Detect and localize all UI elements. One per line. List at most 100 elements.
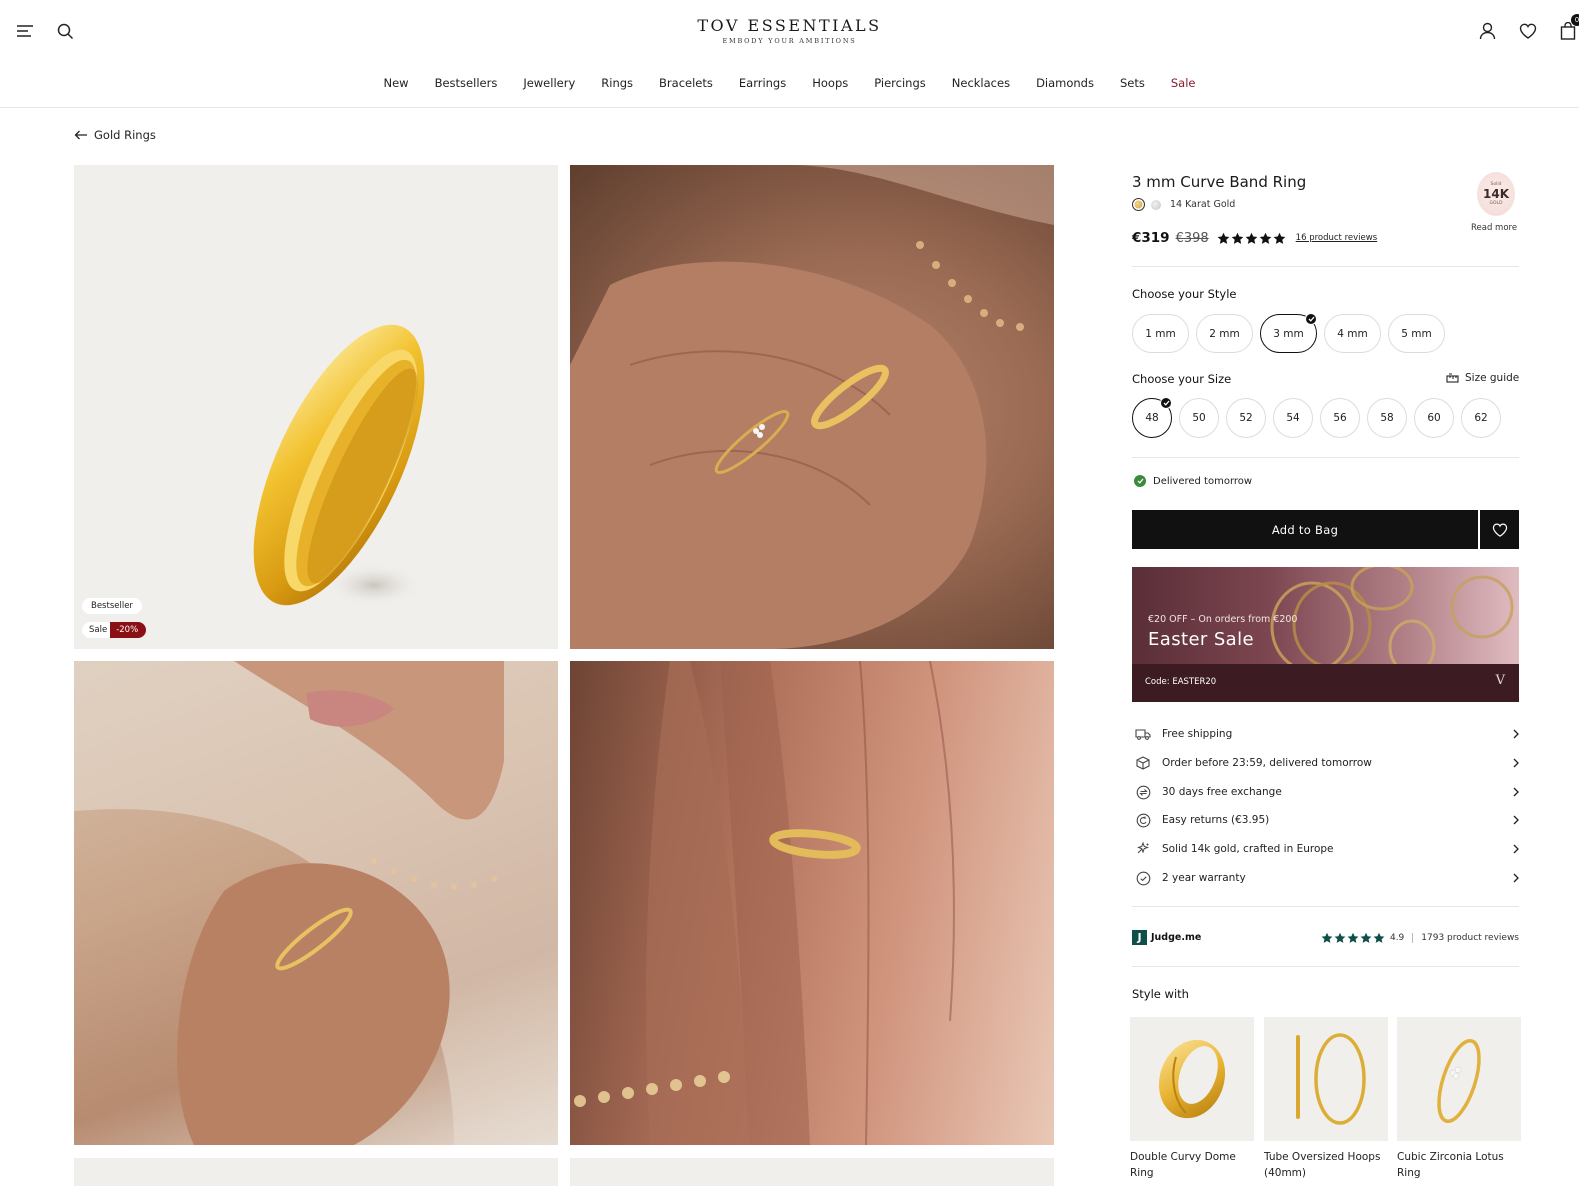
- style-option-label: 4 mm: [1337, 327, 1368, 340]
- product-reviews-link[interactable]: 16 product reviews: [1296, 233, 1377, 243]
- size-guide-link[interactable]: Size guide: [1446, 372, 1519, 384]
- size-option-label: 60: [1427, 412, 1441, 424]
- brand-logo[interactable]: TOV ESSENTIALS EMBODY YOUR AMBITIONS: [0, 16, 1579, 45]
- silver-swatch[interactable]: [1151, 199, 1161, 210]
- style-with-product-1[interactable]: Double Curvy Dome Ring: [1130, 1017, 1254, 1181]
- style-option-3mm[interactable]: 3 mm: [1260, 313, 1317, 353]
- breadcrumb-back[interactable]: Gold Rings: [74, 128, 156, 142]
- product-image-hand-2[interactable]: [570, 661, 1054, 1145]
- chevron-right-icon: [1513, 873, 1519, 883]
- style-option-2mm[interactable]: 2 mm: [1196, 314, 1253, 353]
- product-thumbnail: [1264, 1017, 1388, 1141]
- size-options: 48 50 52 54 56 58 60 62: [1132, 397, 1501, 438]
- size-option-label: 58: [1380, 412, 1394, 424]
- rating-stars: [1217, 232, 1286, 245]
- nav-new[interactable]: New: [384, 76, 409, 90]
- chevron-right-icon: [1513, 758, 1519, 768]
- judgeme-rating: 4.9 1793 product reviews: [1319, 932, 1519, 944]
- product-thumbnail: [1130, 1017, 1254, 1141]
- size-option-50[interactable]: 50: [1179, 398, 1219, 438]
- product-name: Cubic Zirconia Lotus Ring: [1397, 1151, 1504, 1179]
- product-image-hand-1[interactable]: [570, 165, 1054, 649]
- check-icon: [1160, 397, 1172, 409]
- promo-image: €20 OFF – On orders from €200 Easter Sal…: [1132, 567, 1519, 664]
- size-option-52[interactable]: 52: [1226, 398, 1266, 438]
- nav-jewellery[interactable]: Jewellery: [523, 76, 575, 90]
- bag-count: 0: [1571, 14, 1579, 26]
- product-image-model[interactable]: [74, 661, 558, 1145]
- chevron-right-icon: [1513, 815, 1519, 825]
- divider: [1132, 457, 1519, 458]
- usp-exchange[interactable]: 30 days free exchange: [1134, 782, 1519, 802]
- style-with-product-3[interactable]: Cubic Zirconia Lotus Ring: [1397, 1017, 1521, 1181]
- bestseller-badge: Bestseller: [82, 598, 142, 614]
- size-option-58[interactable]: 58: [1367, 398, 1407, 438]
- size-option-56[interactable]: 56: [1320, 398, 1360, 438]
- usp-returns[interactable]: Easy returns (€3.95): [1134, 810, 1519, 830]
- star-icon: [1334, 932, 1346, 943]
- chevron-right-icon: [1513, 844, 1519, 854]
- read-more-link[interactable]: Read more: [1471, 223, 1517, 233]
- style-with-product-2[interactable]: Tube Oversized Hoops (40mm): [1264, 1017, 1388, 1181]
- style-option-1mm[interactable]: 1 mm: [1132, 314, 1189, 353]
- style-option-label: 2 mm: [1209, 327, 1240, 340]
- style-option-4mm[interactable]: 4 mm: [1324, 314, 1381, 353]
- judgeme-name: Judge.me: [1151, 932, 1202, 943]
- star-icon: [1347, 932, 1359, 943]
- exchange-icon: [1134, 783, 1152, 801]
- star-icon: [1245, 232, 1258, 244]
- size-option-62[interactable]: 62: [1461, 398, 1501, 438]
- material-selector: 14 Karat Gold: [1132, 198, 1235, 211]
- style-option-label: 3 mm: [1273, 327, 1304, 340]
- judgeme-summary[interactable]: J Judge.me 4.9 1793 product reviews: [1132, 930, 1519, 945]
- product-image-6[interactable]: [570, 1158, 1054, 1186]
- style-option-label: 5 mm: [1401, 327, 1432, 340]
- divider: [1132, 966, 1519, 967]
- nav-necklaces[interactable]: Necklaces: [952, 76, 1010, 90]
- account-icon[interactable]: [1476, 20, 1498, 42]
- wishlist-button[interactable]: [1480, 510, 1519, 549]
- gold-swatch[interactable]: [1132, 198, 1145, 211]
- return-icon: [1134, 811, 1152, 829]
- judgeme-reviews: 1793 product reviews: [1421, 932, 1519, 943]
- size-option-label: 62: [1474, 412, 1488, 424]
- promo-banner[interactable]: €20 OFF – On orders from €200 Easter Sal…: [1132, 567, 1519, 702]
- add-to-bag-button[interactable]: Add to Bag: [1132, 510, 1478, 549]
- check-circle-icon: [1134, 475, 1146, 487]
- usp-text: Solid 14k gold, crafted in Europe: [1162, 843, 1334, 855]
- nav-sets[interactable]: Sets: [1120, 76, 1145, 90]
- nav-hoops[interactable]: Hoops: [812, 76, 848, 90]
- discount-label: -20%: [110, 622, 147, 638]
- size-option-54[interactable]: 54: [1273, 398, 1313, 438]
- nav-sale[interactable]: Sale: [1171, 76, 1196, 90]
- sale-badge: Sale -20%: [82, 622, 147, 638]
- usp-warranty[interactable]: 2 year warranty: [1134, 868, 1519, 888]
- promo-code-bar: Code: EASTER20 V: [1132, 664, 1519, 702]
- judgeme-logo: J: [1132, 930, 1147, 945]
- style-with-heading: Style with: [1132, 987, 1189, 1001]
- product-image-main[interactable]: Bestseller Sale -20%: [74, 165, 558, 649]
- heart-icon[interactable]: [1517, 20, 1539, 42]
- size-option-48[interactable]: 48: [1132, 397, 1172, 438]
- star-icon: [1373, 932, 1385, 943]
- size-option-60[interactable]: 60: [1414, 398, 1454, 438]
- arrow-left-icon: [74, 130, 87, 140]
- nav-diamonds[interactable]: Diamonds: [1036, 76, 1094, 90]
- product-image-5[interactable]: [74, 1158, 558, 1186]
- promo-subtitle: €20 OFF – On orders from €200: [1148, 614, 1298, 625]
- nav-rings[interactable]: Rings: [601, 76, 633, 90]
- material-label: 14 Karat Gold: [1170, 199, 1236, 210]
- bag-icon[interactable]: 0: [1557, 14, 1579, 42]
- star-icon: [1217, 232, 1230, 244]
- price-row: €319 €398 16 product reviews: [1132, 230, 1377, 246]
- style-option-5mm[interactable]: 5 mm: [1388, 314, 1445, 353]
- nav-bestsellers[interactable]: Bestsellers: [435, 76, 498, 90]
- nav-earrings[interactable]: Earrings: [739, 76, 786, 90]
- usp-free-shipping[interactable]: Free shipping: [1134, 724, 1519, 744]
- size-option-label: 54: [1286, 412, 1300, 424]
- nav-bracelets[interactable]: Bracelets: [659, 76, 713, 90]
- usp-solid-gold[interactable]: Solid 14k gold, crafted in Europe: [1134, 839, 1519, 859]
- nav-piercings[interactable]: Piercings: [874, 76, 926, 90]
- usp-delivery[interactable]: Order before 23:59, delivered tomorrow: [1134, 753, 1519, 773]
- old-price: €398: [1175, 230, 1209, 246]
